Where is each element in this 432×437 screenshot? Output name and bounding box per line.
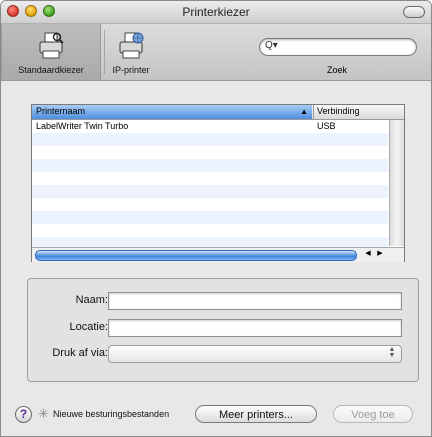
toolbar-default-label: Standaardkiezer bbox=[18, 65, 84, 75]
toolbar: Standaardkiezer IP-printer Q▾ Zoek bbox=[1, 24, 431, 81]
printer-list[interactable]: Printernaam ▲ Verbinding LabelWriter Twi… bbox=[31, 104, 405, 262]
table-row-empty bbox=[32, 172, 388, 185]
toolbar-ip-printer-label: IP-printer bbox=[112, 65, 150, 75]
print-via-label: Druk af via: bbox=[52, 347, 108, 359]
search-icon[interactable]: Q▾ bbox=[265, 40, 278, 51]
network-printer-icon bbox=[117, 31, 145, 63]
column-header-printer-name[interactable]: Printernaam ▲ bbox=[32, 105, 312, 119]
name-label: Naam: bbox=[75, 294, 108, 306]
name-field[interactable] bbox=[108, 292, 402, 310]
print-via-select[interactable]: ▲ ▼ bbox=[108, 345, 402, 363]
location-label: Locatie: bbox=[69, 321, 108, 333]
scroll-right-arrow-icon[interactable]: ▶ bbox=[374, 249, 386, 257]
progress-spinner-icon: ✳ bbox=[38, 406, 49, 421]
toolbar-ip-printer[interactable]: IP-printer bbox=[106, 24, 156, 80]
table-row[interactable]: LabelWriter Twin Turbo USB bbox=[32, 120, 388, 133]
toolbar-toggle-button[interactable] bbox=[403, 6, 425, 18]
scroll-left-arrow-icon[interactable]: ◀ bbox=[362, 249, 374, 257]
vertical-scrollbar[interactable] bbox=[389, 120, 404, 246]
column-header-connection[interactable]: Verbinding bbox=[313, 105, 387, 119]
table-row-empty bbox=[32, 224, 388, 237]
title-bar: Printerkiezer bbox=[1, 1, 431, 24]
table-row-empty bbox=[32, 185, 388, 198]
table-row-empty bbox=[32, 146, 388, 159]
footer-bar: ? ✳ Nieuwe besturingsbestanden Meer prin… bbox=[1, 397, 431, 436]
horizontal-scroll-thumb[interactable] bbox=[35, 250, 357, 261]
search-input[interactable]: Q▾ bbox=[259, 38, 417, 56]
printer-details-form: Naam: Locatie: Druk af via: ▲ ▼ bbox=[27, 278, 419, 382]
add-button[interactable]: Voeg toe bbox=[333, 405, 413, 423]
table-row-empty bbox=[32, 159, 388, 172]
printer-name-cell: LabelWriter Twin Turbo bbox=[36, 121, 129, 131]
printer-list-header: Printernaam ▲ Verbinding bbox=[32, 105, 404, 120]
search-label: Zoek bbox=[326, 65, 347, 75]
table-row-empty bbox=[32, 211, 388, 224]
table-row-empty bbox=[32, 133, 388, 146]
select-stepper-icon: ▲ ▼ bbox=[388, 346, 396, 359]
horizontal-scrollbar[interactable]: ◀ ▶ bbox=[32, 247, 404, 262]
table-row-empty bbox=[32, 198, 388, 211]
location-field[interactable] bbox=[108, 319, 402, 337]
printer-icon bbox=[37, 31, 65, 63]
toolbar-separator bbox=[104, 30, 105, 74]
printer-connection-cell: USB bbox=[317, 121, 336, 131]
toolbar-default-browser[interactable]: Standaardkiezer bbox=[1, 24, 101, 80]
printer-browser-window: Printerkiezer Standaardkiezer IP-printer… bbox=[0, 0, 432, 437]
column-header-printer-name-label: Printernaam bbox=[36, 106, 86, 116]
window-title: Printerkiezer bbox=[182, 5, 250, 19]
help-button[interactable]: ? bbox=[15, 406, 32, 423]
status-text: Nieuwe besturingsbestanden bbox=[53, 409, 170, 419]
printer-rows: LabelWriter Twin Turbo USB bbox=[32, 120, 388, 250]
more-printers-button[interactable]: Meer printers... bbox=[195, 405, 317, 423]
horizontal-scroll-arrows: ◀ ▶ bbox=[362, 249, 388, 261]
sort-ascending-icon: ▲ bbox=[300, 107, 308, 116]
